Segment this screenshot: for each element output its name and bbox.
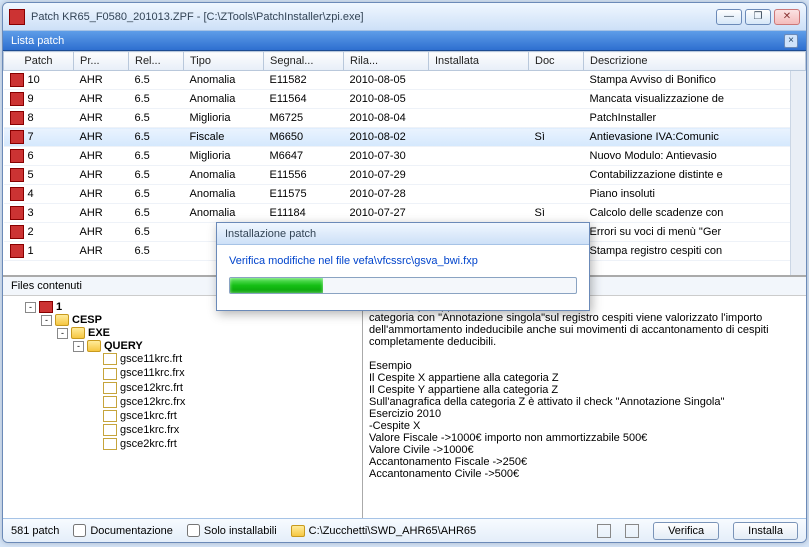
description-line: categoria con "Annotazione singola"sul r… xyxy=(369,312,800,324)
patch-icon xyxy=(10,168,24,182)
file-icon xyxy=(103,353,117,365)
lock-icon[interactable] xyxy=(625,524,639,538)
column-header[interactable]: Rila... xyxy=(344,52,429,71)
patch-icon xyxy=(10,92,24,106)
file-icon xyxy=(103,424,117,436)
patch-icon xyxy=(10,111,24,125)
patch-count: 581 patch xyxy=(11,525,59,537)
install-path: C:\Zucchetti\SWD_AHR65\AHR65 xyxy=(291,525,477,537)
list-section-title: Lista patch xyxy=(11,35,64,47)
table-row[interactable]: 7AHR6.5FiscaleM66502010-08-02SìAntievasi… xyxy=(4,128,806,147)
tree-toggle[interactable]: - xyxy=(41,315,52,326)
description-line: Il Cespite X appartiene alla categoria Z xyxy=(369,372,800,384)
description-line: Accantonamento Fiscale ->250€ xyxy=(369,456,800,468)
description-line: Accantonamento Civile ->500€ xyxy=(369,468,800,480)
tree-toggle[interactable]: - xyxy=(57,328,68,339)
title-bar[interactable]: Patch KR65_F0580_201013.ZPF - [C:\ZTools… xyxy=(3,3,806,31)
file-item[interactable]: gsce1krc.frx xyxy=(89,423,356,437)
patch-icon xyxy=(10,187,24,201)
table-row[interactable]: 5AHR6.5AnomaliaE115562010-07-29Contabili… xyxy=(4,166,806,185)
doc-checkbox-input[interactable] xyxy=(73,524,86,537)
description-line: Il Cespite Y appartiene alla categoria Z xyxy=(369,384,800,396)
file-item[interactable]: gsce11krc.frx xyxy=(89,366,356,380)
file-icon xyxy=(103,396,117,408)
file-icon xyxy=(103,410,117,422)
tree-toggle[interactable]: - xyxy=(73,341,84,352)
description-line: completamente deducibili. xyxy=(369,336,800,348)
description-line: Sull'anagrafica della categoria Z è atti… xyxy=(369,396,800,408)
minimize-button[interactable]: — xyxy=(716,9,742,25)
folder-icon xyxy=(291,525,305,537)
installable-checkbox-input[interactable] xyxy=(187,524,200,537)
column-header[interactable]: Segnal... xyxy=(264,52,344,71)
file-item[interactable]: gsce1krc.frt xyxy=(89,409,356,423)
folder-icon xyxy=(87,340,101,352)
package-icon xyxy=(39,301,53,313)
status-bar: 581 patch Documentazione Solo installabi… xyxy=(3,518,806,542)
patch-icon xyxy=(10,73,24,87)
description-line xyxy=(369,348,800,360)
file-item[interactable]: gsce2krc.frt xyxy=(89,437,356,451)
doc-checkbox[interactable]: Documentazione xyxy=(73,524,173,537)
tree-root-label: 1 xyxy=(56,301,62,313)
column-header[interactable]: Descrizione xyxy=(584,52,806,71)
file-icon xyxy=(103,438,117,450)
patch-icon xyxy=(10,206,24,220)
installable-checkbox[interactable]: Solo installabili xyxy=(187,524,277,537)
patch-icon xyxy=(10,130,24,144)
patch-icon xyxy=(10,225,24,239)
column-header[interactable]: Tipo xyxy=(184,52,264,71)
tree-node-label: QUERY xyxy=(104,340,143,352)
table-row[interactable]: 10AHR6.5AnomaliaE115822010-08-05Stampa A… xyxy=(4,71,806,90)
tree-node-label: CESP xyxy=(72,314,102,326)
dialog-title[interactable]: Installazione patch xyxy=(217,223,589,245)
table-row[interactable]: 4AHR6.5AnomaliaE115752010-07-28Piano ins… xyxy=(4,185,806,204)
section-close-button[interactable]: × xyxy=(784,34,798,48)
column-header[interactable]: Pr... xyxy=(74,52,129,71)
file-item[interactable]: gsce11krc.frt xyxy=(89,352,356,366)
verify-button[interactable]: Verifica xyxy=(653,522,719,540)
description-line: dell'ammortamento indeducibile anche sui… xyxy=(369,324,800,336)
file-icon xyxy=(103,382,117,394)
file-tree[interactable]: -1 -CESP -EXE -QUERY gsce11krc.frtgsce11… xyxy=(3,296,363,518)
column-header[interactable]: Patch xyxy=(4,52,74,71)
refresh-icon[interactable] xyxy=(597,524,611,538)
table-row[interactable]: 9AHR6.5AnomaliaE115642010-08-05Mancata v… xyxy=(4,90,806,109)
description-line: Esercizio 2010 xyxy=(369,408,800,420)
table-row[interactable]: 8AHR6.5MiglioriaM67252010-08-04PatchInst… xyxy=(4,109,806,128)
table-row[interactable]: 3AHR6.5AnomaliaE111842010-07-27SìCalcolo… xyxy=(4,204,806,223)
dialog-message: Verifica modifiche nel file vefa\vfcssrc… xyxy=(229,255,577,267)
maximize-button[interactable]: ❐ xyxy=(745,9,771,25)
grid-scrollbar[interactable] xyxy=(790,71,806,275)
column-header[interactable]: Installata xyxy=(429,52,529,71)
patch-icon xyxy=(10,149,24,163)
column-header[interactable]: Rel... xyxy=(129,52,184,71)
description-line: Valore Civile ->1000€ xyxy=(369,444,800,456)
install-button[interactable]: Installa xyxy=(733,522,798,540)
app-icon xyxy=(9,9,25,25)
description-line: Valore Fiscale ->1000€ importo non ammor… xyxy=(369,432,800,444)
tree-toggle[interactable]: - xyxy=(25,302,36,313)
file-item[interactable]: gsce12krc.frt xyxy=(89,381,356,395)
list-section-header: Lista patch × xyxy=(3,31,806,51)
window-title: Patch KR65_F0580_201013.ZPF - [C:\ZTools… xyxy=(31,11,716,23)
patch-icon xyxy=(10,244,24,258)
table-row[interactable]: 6AHR6.5MiglioriaM66472010-07-30Nuovo Mod… xyxy=(4,147,806,166)
column-header[interactable]: Doc xyxy=(529,52,584,71)
tree-node-label: EXE xyxy=(88,327,110,339)
file-icon xyxy=(103,368,117,380)
description-line: -Cespite X xyxy=(369,420,800,432)
progress-dialog: Installazione patch Verifica modifiche n… xyxy=(216,222,590,311)
progress-bar xyxy=(229,277,577,294)
description-line: Esempio xyxy=(369,360,800,372)
folder-icon xyxy=(71,327,85,339)
close-button[interactable]: ✕ xyxy=(774,9,800,25)
file-item[interactable]: gsce12krc.frx xyxy=(89,395,356,409)
description-pane[interactable]: ativi a cespiti appartenenti acategoria … xyxy=(363,296,806,518)
folder-icon xyxy=(55,314,69,326)
